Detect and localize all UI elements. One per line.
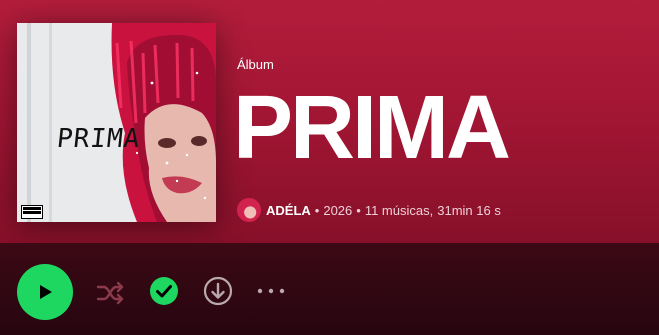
separator-dot: • [314, 202, 320, 218]
play-button[interactable] [17, 264, 73, 320]
play-icon [40, 285, 52, 299]
action-bar [0, 243, 659, 335]
shuffle-icon [96, 281, 124, 305]
track-count: 11 músicas, [364, 202, 434, 218]
cover-art [17, 23, 216, 222]
artist-link[interactable]: ADÉLA [266, 203, 311, 218]
shuffle-button[interactable] [95, 280, 127, 306]
parental-advisory-badge [21, 205, 43, 219]
album-duration: 31min 16 s [437, 202, 501, 218]
more-options-icon [257, 288, 285, 294]
artist-avatar[interactable] [237, 198, 261, 222]
cover-title-text: PRIMA [55, 124, 142, 154]
album-type-label: Álbum [237, 57, 274, 72]
album-header: PRIMA Álbum PRIMA ADÉLA • 2026 • 11 músi… [0, 0, 659, 243]
album-title: PRIMA [233, 78, 511, 178]
saved-to-library-button[interactable] [149, 276, 179, 306]
release-year: 2026 [323, 202, 353, 218]
album-cover: PRIMA [17, 23, 216, 222]
separator-dot: • [356, 202, 361, 218]
more-options-button[interactable] [256, 283, 286, 299]
download-icon [203, 276, 233, 306]
download-button[interactable] [203, 276, 233, 306]
album-meta: ADÉLA • 2026 • 11 músicas, 31min 16 s [237, 198, 501, 222]
check-circle-icon [150, 277, 178, 305]
